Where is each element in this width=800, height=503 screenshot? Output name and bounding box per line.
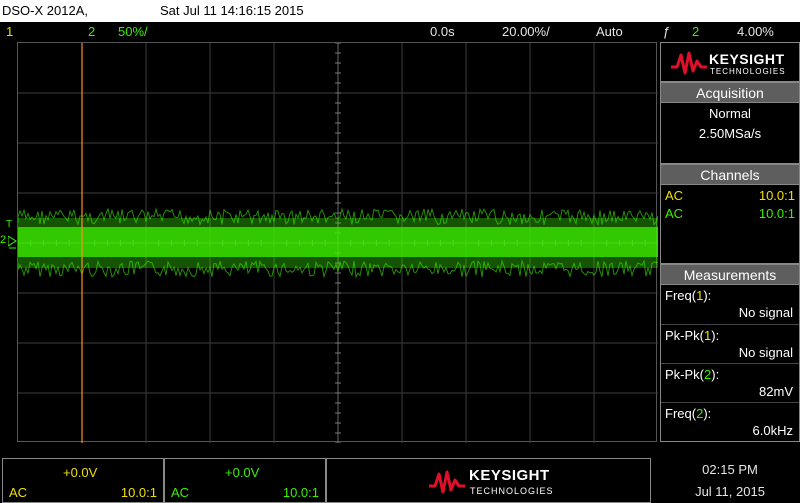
ground-icon (8, 236, 17, 249)
keysight-logo: KEYSIGHT TECHNOLOGIES (660, 42, 800, 82)
channel-2-indicator[interactable]: 2 (88, 24, 95, 39)
channel-2-coupling-bottom: AC (171, 485, 190, 500)
measurement-item[interactable]: Freq(2): 6.0kHz (661, 402, 799, 441)
acquisition-mode: Normal (709, 106, 751, 121)
keysight-wave-icon (429, 470, 465, 494)
measurement-name: Freq (665, 288, 692, 303)
channels-header: Channels (661, 165, 799, 185)
measurement-channel: 1 (704, 328, 712, 343)
title-datetime: Sat Jul 11 14:16:15 2015 (160, 3, 304, 18)
channel-2-probe: 10.0:1 (758, 206, 795, 221)
measurement-channel: 1 (696, 288, 704, 303)
channel-1-coupling: AC (665, 188, 684, 203)
channel-2-box[interactable]: +0.0V AC 10.0:1 (164, 458, 326, 503)
title-bar: DSO-X 2012A, Sat Jul 11 14:16:15 2015 (0, 0, 800, 22)
time-scale[interactable]: 20.00%/ (502, 24, 550, 39)
status-bar: 1 2 50%/ 0.0s 20.00%/ Auto ƒ 2 4.00% (0, 22, 800, 42)
acquisition-panel[interactable]: Acquisition Normal 2.50MSa/s (660, 82, 800, 164)
trigger-level[interactable]: 4.00% (737, 24, 774, 39)
channel-2-scale[interactable]: 50%/ (118, 24, 148, 39)
measurement-item[interactable]: Freq(1): No signal (661, 285, 799, 324)
waveform-display[interactable] (17, 42, 658, 443)
measurement-channel: 2 (696, 406, 704, 421)
measurement-item[interactable]: Pk-Pk(1): No signal (661, 324, 799, 363)
time-delay[interactable]: 0.0s (430, 24, 455, 39)
channel-2-row: AC 10.0:1 (661, 205, 799, 223)
channel-1-probe-bottom: 10.0:1 (120, 485, 157, 500)
measurement-value: 82mV (759, 384, 793, 399)
measurement-value: 6.0kHz (752, 423, 793, 438)
logo-subtitle: TECHNOLOGIES (710, 67, 786, 76)
measurement-value: No signal (738, 305, 793, 320)
measurement-item[interactable]: Pk-Pk(2): 82mV (661, 363, 799, 402)
channel-1-coupling-bottom: AC (9, 485, 28, 500)
bottom-keysight-logo: KEYSIGHT TECHNOLOGIES (326, 458, 651, 503)
channel-1-offset: +0.0V (63, 465, 98, 480)
bottom-bar: +0.0V AC 10.0:1 +0.0V AC 10.0:1 KEYSIGHT… (0, 456, 800, 503)
channels-panel[interactable]: Channels AC 10.0:1 AC 10.0:1 (660, 164, 800, 264)
sample-rate: 2.50MSa/s (698, 126, 762, 141)
trigger-source[interactable]: 2 (692, 24, 699, 39)
measurement-value: No signal (738, 345, 793, 360)
trigger-level-marker[interactable]: T (6, 219, 12, 230)
channel-1-probe: 10.0:1 (758, 188, 795, 203)
trigger-edge-icon: ƒ (663, 24, 671, 39)
clock-date: Jul 11, 2015 (695, 484, 765, 499)
channel-1-row: AC 10.0:1 (661, 187, 799, 205)
right-info-panel: KEYSIGHT TECHNOLOGIES Acquisition Normal… (660, 42, 800, 442)
measurement-name: Freq (665, 406, 692, 421)
measurements-header: Measurements (661, 265, 799, 285)
acquisition-header: Acquisition (661, 83, 799, 103)
noise-core (18, 227, 658, 257)
channel-2-probe-bottom: 10.0:1 (282, 485, 319, 500)
measurement-name: Pk-Pk (665, 367, 700, 382)
channel-2-coupling: AC (665, 206, 684, 221)
trigger-mode[interactable]: Auto (596, 24, 623, 39)
measurement-channel: 2 (704, 367, 712, 382)
logo-word: KEYSIGHT (709, 51, 785, 67)
clock-time: 02:15 PM (702, 462, 758, 477)
measurements-panel[interactable]: Measurements Freq(1): No signal Pk-Pk(1)… (660, 264, 800, 442)
bottom-logo-subtitle: TECHNOLOGIES (470, 486, 554, 496)
channel-2-waveform (18, 207, 658, 279)
channel-2-offset: +0.0V (225, 465, 260, 480)
keysight-wave-icon (671, 51, 707, 75)
instrument-model: DSO-X 2012A, (2, 3, 88, 18)
channel-2-ground-marker[interactable]: 2 (0, 234, 6, 246)
graticule (18, 43, 658, 443)
channel-1-box[interactable]: +0.0V AC 10.0:1 (2, 458, 164, 503)
measurement-name: Pk-Pk (665, 328, 700, 343)
bottom-logo-word: KEYSIGHT (469, 467, 550, 484)
channel-1-indicator[interactable]: 1 (6, 24, 13, 39)
